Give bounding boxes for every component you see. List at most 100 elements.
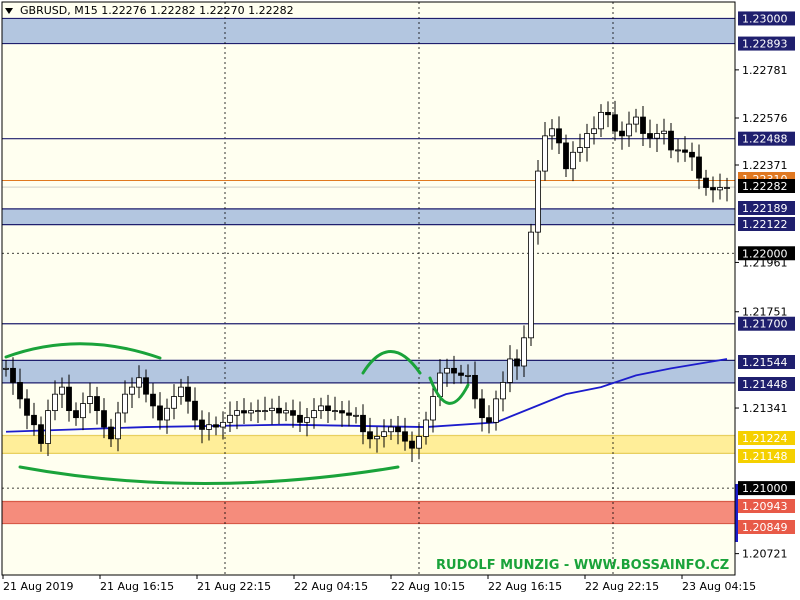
candle-body bbox=[94, 396, 100, 412]
blue-zone bbox=[2, 18, 735, 44]
candle-body bbox=[479, 398, 485, 419]
candle-body bbox=[143, 377, 149, 395]
price-tick-label: 1.22122 bbox=[742, 218, 788, 231]
candle-body bbox=[318, 405, 324, 412]
candle-body bbox=[325, 405, 331, 412]
time-tick-label: 22 Aug 22:15 bbox=[585, 580, 659, 593]
candle-body bbox=[556, 128, 562, 144]
price-tick-label: 1.21448 bbox=[742, 378, 788, 391]
candle-body bbox=[192, 400, 198, 421]
candle-body bbox=[262, 410, 268, 413]
candle-body bbox=[374, 436, 380, 440]
candle-body bbox=[339, 410, 345, 414]
price-tick-label: 1.20943 bbox=[742, 500, 788, 513]
candle-body bbox=[290, 410, 296, 416]
price-tick-label: 1.22189 bbox=[742, 202, 788, 215]
red-zone bbox=[2, 501, 735, 524]
candle-body bbox=[171, 396, 177, 409]
time-tick-label: 23 Aug 04:15 bbox=[682, 580, 756, 593]
candle-body bbox=[206, 424, 212, 430]
candle-body bbox=[528, 231, 534, 339]
candle bbox=[535, 160, 541, 245]
price-tick-label: 1.21961 bbox=[742, 256, 788, 269]
candle-body bbox=[234, 410, 240, 416]
candle-body bbox=[521, 337, 527, 367]
price-tick-label: 1.22488 bbox=[742, 133, 788, 146]
candle-body bbox=[276, 407, 282, 414]
candle-body bbox=[703, 177, 709, 188]
candle-body bbox=[213, 424, 219, 428]
candle-body bbox=[619, 130, 625, 137]
watermark: RUDOLF MUNZIG - WWW.BOSSAINFO.CZ bbox=[436, 558, 729, 573]
candle-body bbox=[542, 135, 548, 172]
time-tick-label: 22 Aug 10:15 bbox=[391, 580, 465, 593]
price-chart[interactable]: GBRUSD, M15 1.22276 1.22282 1.22270 1.22… bbox=[0, 0, 800, 600]
candle-body bbox=[332, 410, 338, 413]
candle-body bbox=[549, 128, 555, 137]
candle-body bbox=[388, 426, 394, 433]
candle-body bbox=[164, 407, 170, 421]
blue-zone bbox=[2, 208, 735, 225]
price-tick-label: 1.21148 bbox=[742, 450, 788, 463]
candle-body bbox=[52, 393, 58, 412]
price-tick-label: 1.21341 bbox=[742, 402, 788, 415]
candle-body bbox=[297, 414, 303, 423]
candle-body bbox=[73, 410, 79, 419]
candle-body bbox=[17, 382, 23, 400]
candle-body bbox=[311, 410, 317, 419]
candle-body bbox=[304, 417, 310, 423]
candle-body bbox=[129, 386, 135, 395]
candle-body bbox=[486, 417, 492, 423]
candle-body bbox=[269, 407, 275, 412]
candle bbox=[528, 223, 534, 347]
candle-body bbox=[199, 419, 205, 430]
candle-body bbox=[3, 367, 9, 370]
candle-body bbox=[598, 111, 604, 130]
candle-body bbox=[10, 367, 16, 383]
candle-body bbox=[255, 410, 261, 413]
candle-body bbox=[710, 187, 716, 191]
candle-body bbox=[220, 421, 226, 428]
candle-body bbox=[535, 170, 541, 233]
candle-body bbox=[178, 386, 184, 397]
candle-body bbox=[87, 396, 93, 404]
time-tick-label: 22 Aug 04:15 bbox=[294, 580, 368, 593]
candle-body bbox=[626, 123, 632, 137]
candle-body bbox=[591, 128, 597, 134]
price-tick-label: 1.22282 bbox=[742, 180, 788, 193]
candle-body bbox=[661, 130, 667, 134]
candle-body bbox=[24, 398, 30, 416]
candle-body bbox=[353, 414, 359, 417]
candle-body bbox=[38, 424, 44, 444]
candle-body bbox=[108, 426, 114, 440]
candle-body bbox=[122, 393, 128, 414]
candle-body bbox=[409, 440, 415, 449]
candle-body bbox=[115, 412, 121, 440]
candle-body bbox=[150, 393, 156, 407]
candle-body bbox=[605, 111, 611, 116]
time-axis: 21 Aug 2019 21 Aug 16:15 21 Aug 22:15 22 Au… bbox=[2, 575, 756, 593]
plot-background bbox=[2, 2, 735, 575]
time-tick-label: 21 Aug 2019 bbox=[3, 580, 73, 593]
candle-body bbox=[416, 436, 422, 449]
price-tick-label: 1.21700 bbox=[742, 318, 788, 331]
candle-body bbox=[724, 187, 730, 189]
candle-body bbox=[360, 414, 366, 433]
candle-body bbox=[472, 374, 478, 400]
candle-body bbox=[157, 405, 163, 421]
price-tick-label: 1.21000 bbox=[742, 482, 788, 495]
candle-body bbox=[45, 410, 51, 444]
candle-body bbox=[402, 431, 408, 442]
candle-body bbox=[248, 410, 254, 414]
candle-body bbox=[423, 419, 429, 437]
candle-body bbox=[458, 372, 464, 376]
candle-body bbox=[451, 367, 457, 374]
price-axis: 1.23000 1.22893 1.22781 1.22576 1.22488 1.223… bbox=[735, 11, 795, 561]
candle-body bbox=[507, 358, 513, 383]
price-tick-label: 1.21544 bbox=[742, 356, 788, 369]
candle-body bbox=[682, 149, 688, 153]
price-tick-label: 1.23000 bbox=[742, 12, 788, 25]
candle-body bbox=[577, 147, 583, 153]
candle-body bbox=[465, 374, 471, 377]
candle-body bbox=[430, 396, 436, 421]
